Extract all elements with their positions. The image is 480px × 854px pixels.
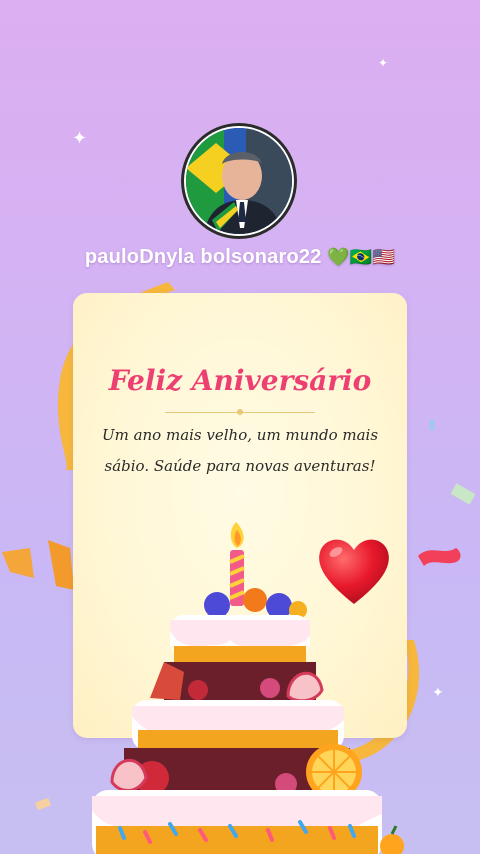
candle-icon <box>229 522 245 606</box>
birthday-cake-icon <box>92 522 404 854</box>
